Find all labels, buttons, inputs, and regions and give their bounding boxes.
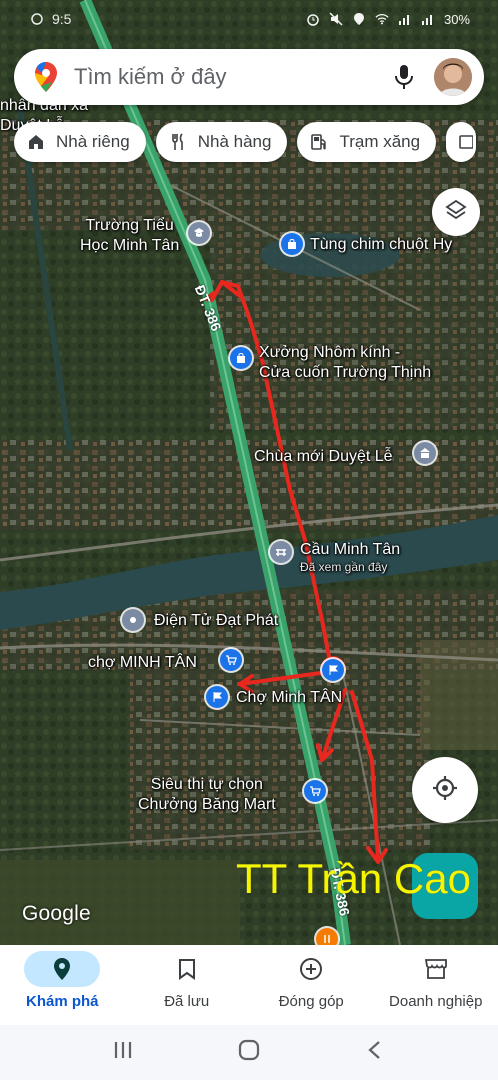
back-icon[interactable] (364, 1039, 386, 1066)
restaurant-icon (168, 132, 188, 152)
flag-pin-icon[interactable] (322, 659, 344, 681)
home-button-icon[interactable] (238, 1039, 260, 1066)
nav-saved-label: Đã lưu (164, 993, 210, 1010)
nav-explore[interactable]: Khám phá (0, 945, 125, 1025)
signal-icon-2 (421, 12, 435, 26)
nav-saved[interactable]: Đã lưu (125, 945, 250, 1025)
nav-contribute-label: Đóng góp (278, 993, 344, 1010)
map-label-market[interactable]: Chợ Minh TÂN (236, 688, 342, 708)
status-bar: 9:5 30% (0, 0, 498, 38)
google-attribution: Google (22, 902, 91, 925)
mute-icon (329, 12, 343, 26)
layers-icon (444, 198, 468, 227)
nav-explore-label: Khám phá (25, 993, 99, 1010)
my-location-button[interactable] (412, 757, 478, 823)
crosshair-icon (431, 774, 459, 807)
maps-logo-icon (34, 61, 58, 93)
shopping-cart-pin-icon[interactable] (304, 780, 326, 802)
map-label-pagoda[interactable]: Chùa mới Duyệt Lễ (254, 447, 393, 467)
layers-button[interactable] (432, 188, 480, 236)
search-input[interactable] (74, 64, 386, 90)
more-category-icon (456, 132, 476, 152)
map-label-school[interactable]: Trường Tiểu Học Minh Tân (80, 216, 179, 256)
map-label-bridge[interactable]: Cầu Minh Tân (300, 540, 400, 560)
home-icon (26, 132, 46, 152)
chip-home-label: Nhà riêng (56, 132, 130, 151)
alarm-icon (306, 12, 320, 26)
temple-pin-icon[interactable] (414, 442, 436, 464)
chip-restaurant-label: Nhà hàng (197, 132, 272, 151)
search-bar[interactable] (14, 49, 484, 105)
place-pin-icon[interactable] (122, 609, 144, 631)
storefront-icon (398, 951, 474, 987)
map-label-market-upper[interactable]: chợ MINH TÂN (88, 653, 197, 673)
map-label-electronics[interactable]: Điện Tử Đạt Phát (154, 611, 278, 631)
map-label-aluminum[interactable]: Xưởng Nhôm kính - Cửa cuốn Trường Thịnh (259, 343, 431, 383)
status-time: 9:5 (52, 11, 72, 27)
nav-contribute[interactable]: Đóng góp (249, 945, 374, 1025)
gas-station-icon (309, 132, 329, 152)
add-circle-icon (273, 951, 349, 987)
bookmark-icon (149, 951, 225, 987)
signal-icon (398, 12, 412, 26)
battery-level: 30% (443, 11, 470, 27)
school-pin-icon[interactable] (188, 222, 210, 244)
recents-icon[interactable] (112, 1039, 134, 1066)
category-chips: Nhà riêng Nhà hàng Trạm xăng (14, 122, 498, 164)
shopping-bag-pin-icon[interactable] (230, 347, 252, 369)
chip-gas-station-label: Trạm xăng (339, 132, 421, 151)
handwritten-annotation: TT Trần Cao (236, 855, 471, 902)
nav-business-label: Doanh nghiệp (389, 993, 483, 1010)
nav-business[interactable]: Doanh nghiệp (374, 945, 498, 1025)
wifi-icon (375, 12, 389, 26)
chip-home[interactable]: Nhà riêng (14, 122, 146, 162)
chip-gas-station[interactable]: Trạm xăng (297, 122, 437, 162)
map-label-supermarket[interactable]: Siêu thị tự chọn Chưởng Băng Mart (138, 775, 276, 815)
flag-pin-icon[interactable] (206, 686, 228, 708)
bridge-pin-icon[interactable] (270, 541, 292, 563)
restaurant-pin-icon[interactable] (316, 928, 338, 945)
microphone-icon[interactable] (386, 59, 422, 95)
shopping-bag-pin-icon[interactable] (281, 233, 303, 255)
avatar[interactable] (434, 58, 472, 96)
explore-pin-icon (24, 951, 101, 987)
shopping-cart-pin-icon[interactable] (220, 649, 242, 671)
system-navigation (0, 1025, 498, 1080)
bottom-navigation: Khám phá Đã lưu Đóng góp Doanh nghiệp (0, 945, 498, 1025)
map-label-store-tung[interactable]: Tùng chim chuột Hy (310, 235, 452, 255)
map-label-bridge-sub: Đã xem gần đây (300, 560, 388, 574)
chip-more[interactable] (446, 122, 477, 162)
chip-restaurant[interactable]: Nhà hàng (155, 122, 288, 162)
location-icon (352, 12, 366, 26)
sync-icon (30, 12, 44, 26)
